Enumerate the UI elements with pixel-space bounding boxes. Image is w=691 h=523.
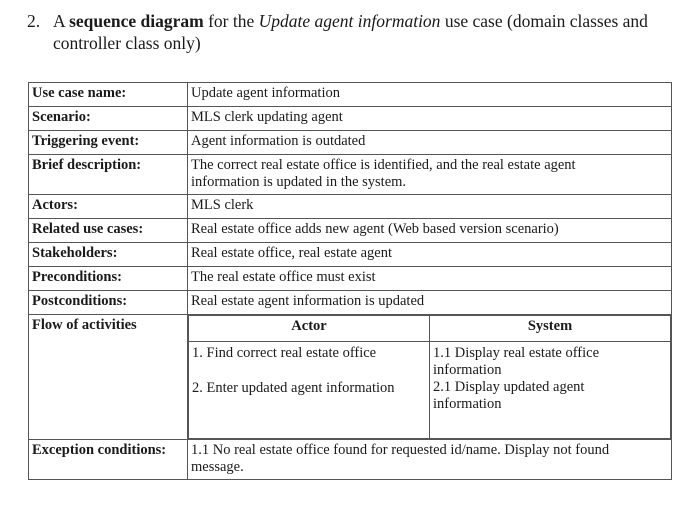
row-value: Update agent information	[187, 82, 672, 107]
row-value: The correct real estate office is identi…	[187, 154, 672, 195]
table-row: Brief description: The correct real esta…	[28, 154, 672, 195]
system-step: 2.1 Display updated agent information	[433, 379, 585, 412]
exception-label: Exception conditions:	[28, 439, 188, 480]
table-row: Postconditions: Real estate agent inform…	[28, 290, 672, 315]
actor-header: Actor	[188, 315, 430, 342]
actor-step: 1. Find correct real estate office	[192, 345, 377, 361]
row-value: The real estate office must exist	[187, 266, 672, 291]
system-header: System	[429, 315, 671, 342]
row-label: Scenario:	[28, 106, 188, 131]
row-label: Stakeholders:	[28, 242, 188, 267]
table-row: Related use cases: Real estate office ad…	[28, 218, 672, 243]
row-value: Real estate office, real estate agent	[187, 242, 672, 267]
flow-table: Actor System 1. Find correct real estate…	[188, 315, 671, 439]
flow-row: Flow of activities Actor System 1. Find …	[28, 314, 672, 440]
row-value: Real estate agent information is updated	[187, 290, 672, 315]
exception-value: 1.1 No real estate office found for requ…	[187, 439, 672, 480]
heading-prefix: A	[53, 11, 70, 31]
heading-use-case-name: Update agent information	[258, 11, 441, 31]
system-step: 1.1 Display real estate office informati…	[433, 345, 600, 378]
flow-body-row: 1. Find correct real estate office 2. En…	[188, 341, 671, 439]
heading-bold-term: sequence diagram	[69, 11, 204, 31]
flow-header-row: Actor System	[188, 315, 671, 342]
heading-middle: for the	[203, 11, 259, 31]
table-row: Stakeholders: Real estate office, real e…	[28, 242, 672, 267]
item-number: 2.	[27, 11, 41, 31]
flow-cell: Actor System 1. Find correct real estate…	[187, 314, 672, 440]
actor-step: 2. Enter updated agent information	[192, 380, 395, 396]
table-row: Scenario: MLS clerk updating agent	[28, 106, 672, 131]
row-label: Related use cases:	[28, 218, 188, 243]
exception-row: Exception conditions: 1.1 No real estate…	[28, 439, 672, 480]
use-case-table: Use case name: Update agent information …	[28, 82, 672, 480]
row-value: MLS clerk updating agent	[187, 106, 672, 131]
row-label: Triggering event:	[28, 130, 188, 155]
actor-steps: 1. Find correct real estate office 2. En…	[188, 341, 430, 439]
table-row: Triggering event: Agent information is o…	[28, 130, 672, 155]
heading-text: A sequence diagram for the Update agent …	[53, 10, 667, 54]
row-label: Actors:	[28, 194, 188, 219]
row-label: Use case name:	[28, 82, 188, 107]
row-value: Agent information is outdated	[187, 130, 672, 155]
flow-label: Flow of activities	[28, 314, 188, 440]
table-row: Actors: MLS clerk	[28, 194, 672, 219]
table-row: Preconditions: The real estate office mu…	[28, 266, 672, 291]
row-label: Brief description:	[28, 154, 188, 195]
row-value: MLS clerk	[187, 194, 672, 219]
table-row: Use case name: Update agent information	[28, 82, 672, 107]
system-steps: 1.1 Display real estate office informati…	[429, 341, 671, 439]
question-heading: 2. A sequence diagram for the Update age…	[27, 10, 667, 54]
row-label: Preconditions:	[28, 266, 188, 291]
row-label: Postconditions:	[28, 290, 188, 315]
row-value: Real estate office adds new agent (Web b…	[187, 218, 672, 243]
